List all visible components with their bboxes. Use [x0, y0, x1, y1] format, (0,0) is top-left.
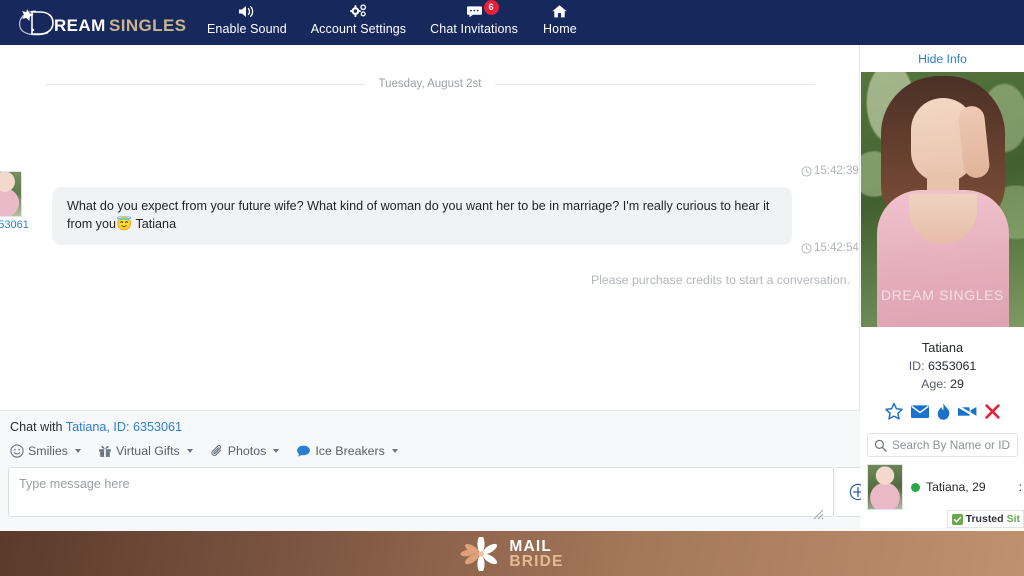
- composer-toolbar: Smilies Virtual Gifts Photos Ice Breaker…: [0, 434, 860, 461]
- tool-photos[interactable]: Photos: [206, 444, 293, 458]
- favorite-star-icon[interactable]: [884, 402, 904, 421]
- hide-info-button[interactable]: Hide Info: [861, 45, 1024, 72]
- message-composer: Chat with Tatiana, ID: 6353061 Smilies V…: [0, 410, 880, 531]
- nav-item-chat-invitations[interactable]: 6 Chat Invitations: [418, 0, 530, 37]
- nav-label: Chat Invitations: [430, 22, 518, 36]
- contact-avatar: [867, 464, 903, 510]
- svg-text:SINGLES: SINGLES: [109, 16, 186, 35]
- profile-age-value: 29: [950, 377, 964, 391]
- message-emoji: 😇: [116, 216, 133, 231]
- search-box[interactable]: [867, 433, 1018, 457]
- mailbride-logo[interactable]: MAIL BRIDE: [460, 536, 564, 571]
- smiley-icon: [10, 444, 24, 458]
- profile-meta: Tatiana ID: 6353061 Age: 29: [861, 327, 1024, 421]
- tool-label: Smilies: [28, 444, 68, 458]
- purchase-credits-notice: Please purchase credits to start a conve…: [590, 273, 850, 287]
- chat-with-contact-link[interactable]: Tatiana, ID: 6353061: [66, 420, 182, 434]
- chat-with-prefix: Chat with: [10, 420, 66, 434]
- avatar-id-link[interactable]: 6353061: [0, 219, 50, 231]
- search-input[interactable]: [892, 438, 1010, 452]
- site-footer: MAIL BRIDE: [0, 531, 1024, 576]
- gears-icon: [349, 3, 367, 20]
- flame-icon[interactable]: [936, 402, 951, 421]
- notice-timestamp: 15:42:54: [801, 242, 859, 254]
- chat-invitations-badge: 6: [483, 0, 499, 15]
- date-separator-label: Tuesday, August 2st: [378, 78, 482, 90]
- nav-label: Account Settings: [310, 22, 407, 36]
- trusted-text-1: Trusted: [965, 513, 1004, 525]
- chat-with-header: Chat with Tatiana, ID: 6353061: [0, 411, 860, 434]
- home-icon: [551, 3, 568, 20]
- clock-icon: [801, 165, 812, 177]
- chevron-down-icon: [74, 449, 81, 453]
- message-input-area: [0, 461, 880, 522]
- profile-sidebar: Hide Info DREAM SINGLES Tatiana ID: 6353…: [861, 45, 1024, 531]
- profile-photo[interactable]: DREAM SINGLES: [861, 72, 1024, 327]
- top-navigation-bar: REAM SINGLES Enable Sound Account Settin…: [0, 0, 1024, 45]
- avatar[interactable]: [0, 171, 22, 217]
- chevron-down-icon: [186, 449, 193, 453]
- message-timestamp: 15:42:39: [801, 165, 859, 177]
- photo-watermark: DREAM SINGLES: [881, 287, 1004, 303]
- timestamp-text: 15:42:39: [814, 165, 859, 177]
- tool-label: Photos: [227, 444, 267, 458]
- gift-icon: [98, 444, 112, 458]
- profile-name: Tatiana: [921, 340, 964, 355]
- speaker-icon: [238, 3, 255, 20]
- message-input[interactable]: [8, 467, 834, 517]
- message-bubble: What do you expect from your future wife…: [52, 187, 792, 245]
- footer-logo-line1: MAIL: [509, 537, 553, 555]
- nav-label: Home: [543, 22, 577, 36]
- nav-item-enable-sound[interactable]: Enable Sound: [195, 3, 299, 37]
- profile-age-label: Age:: [921, 377, 947, 391]
- trustedsite-badge[interactable]: Trusted Sit: [946, 510, 1024, 528]
- profile-id-label: ID:: [908, 359, 925, 373]
- footer-logo-line2: BRIDE: [509, 552, 564, 570]
- tool-ice-breakers[interactable]: Ice Breakers: [292, 444, 411, 458]
- date-line-left: [45, 83, 365, 85]
- tool-label: Ice Breakers: [315, 444, 385, 458]
- chevron-down-icon: [391, 449, 398, 453]
- svg-text:REAM: REAM: [54, 16, 106, 35]
- list-item[interactable]: Tatiana, 29 :: [861, 464, 1024, 510]
- trusted-text-2: Sit: [1006, 513, 1020, 525]
- green-check-icon: [951, 513, 963, 525]
- date-separator: Tuesday, August 2st: [0, 78, 860, 90]
- nav-item-home[interactable]: Home: [530, 3, 590, 37]
- profile-age-row: Age: 29: [861, 375, 1024, 393]
- tool-smilies[interactable]: Smilies: [6, 444, 94, 458]
- search-icon: [874, 439, 887, 452]
- chevron-down-icon: [273, 449, 280, 453]
- profile-actions: [861, 393, 1024, 421]
- block-x-icon[interactable]: [984, 403, 1001, 420]
- chat-bubble-icon: 6: [466, 0, 499, 20]
- flower-icon: [461, 536, 498, 571]
- nav-items: Enable Sound Account Settings 6 Chat Inv…: [195, 0, 590, 45]
- contact-tail: :: [1018, 480, 1022, 494]
- dream-singles-logo-icon: REAM SINGLES: [19, 8, 186, 35]
- timestamp-text: 15:42:54: [814, 242, 859, 254]
- profile-id-row: ID: 6353061: [861, 357, 1024, 375]
- tool-label: Virtual Gifts: [115, 444, 180, 458]
- tool-virtual-gifts[interactable]: Virtual Gifts: [94, 444, 206, 458]
- app-root: REAM SINGLES Enable Sound Account Settin…: [0, 0, 1024, 576]
- profile-id-value: 6353061: [928, 359, 977, 373]
- nav-item-account-settings[interactable]: Account Settings: [299, 3, 418, 37]
- contact-name: Tatiana, 29: [926, 480, 986, 494]
- clock-icon: [801, 242, 812, 254]
- mail-envelope-icon[interactable]: [910, 403, 930, 420]
- paperclip-icon: [210, 444, 224, 458]
- message-signature: Tatiana: [132, 217, 177, 231]
- online-status-dot: [911, 482, 920, 492]
- date-line-right: [495, 83, 816, 85]
- site-logo[interactable]: REAM SINGLES: [0, 0, 195, 45]
- nav-label: Enable Sound: [207, 22, 287, 36]
- mailbride-wordmark: MAIL BRIDE: [509, 537, 564, 570]
- video-off-icon[interactable]: [957, 403, 978, 420]
- chat-bubble-filled-icon: [296, 444, 311, 458]
